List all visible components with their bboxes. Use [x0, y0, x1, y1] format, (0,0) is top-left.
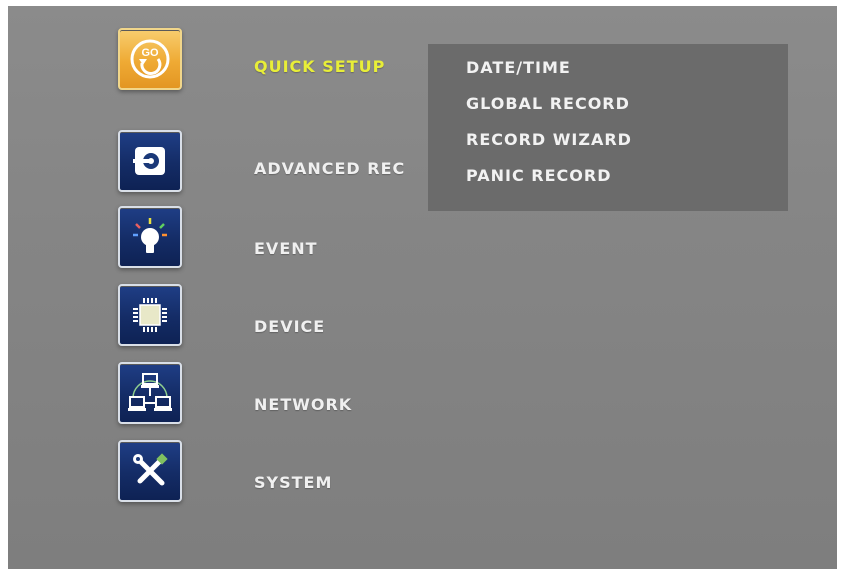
menu-item-device[interactable]: DEVICE	[8, 284, 428, 354]
submenu-item-record-wizard[interactable]: RECORD WIZARD	[466, 130, 632, 149]
network-icon[interactable]	[118, 362, 182, 424]
submenu-item-date-time[interactable]: DATE/TIME	[466, 58, 571, 77]
menu-label-system[interactable]: SYSTEM	[254, 473, 332, 492]
tools-icon[interactable]	[118, 440, 182, 502]
menu-label-device[interactable]: DEVICE	[254, 317, 325, 336]
menu-label-event[interactable]: EVENT	[254, 239, 318, 258]
go-icon[interactable]: GO	[118, 28, 182, 90]
menu-item-event[interactable]: EVENT	[8, 206, 428, 276]
lightbulb-icon[interactable]	[118, 206, 182, 268]
menu-item-system[interactable]: SYSTEM	[8, 440, 428, 510]
go-icon-text: GO	[141, 47, 159, 59]
menu-item-network[interactable]: NETWORK	[8, 362, 428, 432]
menu-item-advanced-rec[interactable]: ADVANCED REC	[8, 126, 428, 196]
dvr-menu-screen: GO QUICK SETUP ADVANCED REC EVENT DEVICE…	[8, 6, 837, 569]
quick-setup-submenu: DATE/TIME GLOBAL RECORD RECORD WIZARD PA…	[428, 44, 788, 211]
submenu-item-panic-record[interactable]: PANIC RECORD	[466, 166, 612, 185]
submenu-item-global-record[interactable]: GLOBAL RECORD	[466, 94, 630, 113]
menu-label-quick-setup[interactable]: QUICK SETUP	[254, 57, 385, 76]
menu-item-quick-setup[interactable]: GO QUICK SETUP	[8, 6, 428, 90]
record-disc-icon[interactable]	[118, 130, 182, 192]
menu-label-network[interactable]: NETWORK	[254, 395, 352, 414]
chip-icon[interactable]	[118, 284, 182, 346]
menu-label-advanced-rec[interactable]: ADVANCED REC	[254, 159, 405, 178]
